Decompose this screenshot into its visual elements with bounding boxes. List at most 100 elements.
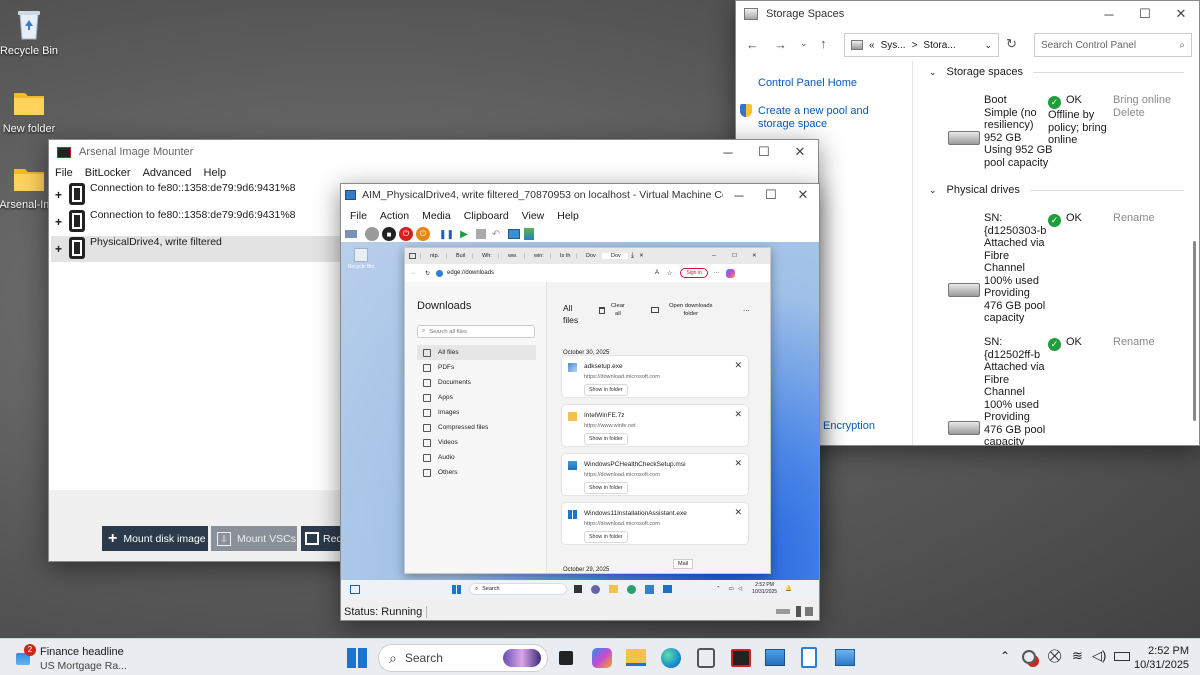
- refresh-icon[interactable]: ↻: [425, 270, 430, 277]
- download-item[interactable]: IntelWinFE.7z https://www.winfe.net Show…: [561, 404, 749, 447]
- close-tab-icon[interactable]: ✕: [639, 253, 644, 259]
- download-item[interactable]: WindowsPCHealthCheckSetup.msi https://do…: [561, 453, 749, 496]
- start-button[interactable]: [347, 648, 367, 668]
- network-icon[interactable]: ▭: [729, 586, 734, 592]
- vm-connection-icon[interactable]: [835, 649, 855, 666]
- turn-off-icon[interactable]: ■: [382, 227, 396, 241]
- show-in-folder-button[interactable]: Show in folder: [584, 482, 628, 494]
- volume-icon[interactable]: ◁): [1092, 648, 1106, 664]
- up-arrow-icon[interactable]: ↑: [820, 36, 827, 51]
- wifi-icon[interactable]: ≋: [1072, 648, 1083, 664]
- show-in-folder-button[interactable]: Show in folder: [584, 384, 628, 396]
- menu-media[interactable]: Media: [422, 210, 451, 222]
- rename-link[interactable]: Rename: [1113, 336, 1155, 349]
- sign-in-button[interactable]: Sign in: [680, 268, 708, 278]
- nav-all-files[interactable]: All files: [417, 345, 536, 360]
- file-name[interactable]: IntelWinFE.7z: [584, 412, 624, 419]
- edge-tab[interactable]: Buil: [446, 253, 472, 259]
- minimize-button[interactable]: ─: [723, 184, 755, 206]
- remove-icon[interactable]: ✕: [734, 507, 742, 518]
- nav-images[interactable]: Images: [417, 405, 536, 420]
- start-icon[interactable]: [452, 584, 461, 594]
- download-item[interactable]: Windows11InstallationAssistant.exe https…: [561, 502, 749, 545]
- snipping-tool-icon[interactable]: [697, 648, 715, 668]
- vm-guest-screen[interactable]: Recycle Bin ntp. Buil Wh: ww. win: Is th…: [341, 242, 819, 598]
- menu-help[interactable]: Help: [204, 167, 227, 179]
- menu-advanced[interactable]: Advanced: [143, 167, 192, 179]
- sidebar-toggle-icon[interactable]: [409, 253, 416, 259]
- refresh-icon[interactable]: ↻: [1006, 36, 1017, 52]
- vertical-scrollbar[interactable]: [1193, 241, 1196, 421]
- maximize-button[interactable]: ☐: [1127, 1, 1163, 28]
- close-button[interactable]: ✕: [787, 184, 819, 206]
- delete-link[interactable]: Delete: [1113, 107, 1171, 120]
- volume-icon[interactable]: ◁: [738, 586, 742, 592]
- star-icon[interactable]: ☆: [667, 270, 672, 277]
- desktop-icon-new-folder[interactable]: New folder: [0, 84, 61, 135]
- store-icon[interactable]: [645, 584, 654, 594]
- edge-icon[interactable]: [627, 584, 636, 594]
- copilot-icon[interactable]: [592, 648, 612, 668]
- forward-arrow-icon[interactable]: →: [774, 37, 787, 52]
- show-in-folder-button[interactable]: Show in folder: [584, 531, 628, 543]
- edge-tab[interactable]: ntp.: [420, 253, 446, 259]
- edge-tab[interactable]: Wh:: [472, 253, 498, 259]
- download-icon[interactable]: ⤓: [631, 252, 634, 260]
- breadcrumb-part[interactable]: Sys...: [881, 40, 906, 51]
- taskbar-clock[interactable]: 2:52 PM 10/31/2025: [1134, 644, 1189, 672]
- battery-icon[interactable]: [1114, 652, 1130, 661]
- edge-tab[interactable]: win:: [524, 253, 550, 259]
- chevron-down-icon[interactable]: ⌄: [800, 38, 808, 49]
- security-warning-icon[interactable]: [1022, 650, 1036, 664]
- file-name[interactable]: WindowsPCHealthCheckSetup.msi: [584, 461, 686, 468]
- task-view-icon[interactable]: [574, 585, 582, 593]
- nav-pdfs[interactable]: PDFs: [417, 360, 536, 375]
- control-panel-home-link[interactable]: Control Panel Home: [758, 77, 857, 89]
- device-row[interactable]: + Connection to fe80::1358:de79:9d6:9431…: [51, 209, 341, 235]
- expand-icon[interactable]: +: [55, 215, 62, 229]
- nav-apps[interactable]: Apps: [417, 390, 536, 405]
- menu-view[interactable]: View: [522, 210, 545, 222]
- encryption-link[interactable]: Encryption: [823, 420, 875, 432]
- menu-bitlocker[interactable]: BitLocker: [85, 167, 131, 179]
- shut-down-icon[interactable]: ⏻: [399, 227, 413, 241]
- file-explorer-icon[interactable]: [626, 649, 646, 666]
- expand-icon[interactable]: +: [55, 242, 62, 256]
- guest-clock[interactable]: 2:52 PM 10/31/2025: [752, 582, 777, 596]
- storage-spaces-header[interactable]: ⌄ Storage spaces: [929, 66, 1184, 78]
- breadcrumb-part[interactable]: Stora...: [923, 40, 955, 51]
- chevron-up-icon[interactable]: ⌃: [716, 586, 721, 592]
- share-icon[interactable]: [524, 228, 535, 240]
- file-explorer-icon[interactable]: [609, 585, 618, 593]
- back-arrow-icon[interactable]: ←: [746, 37, 759, 52]
- maximize-button[interactable]: ☐: [746, 140, 782, 166]
- device-row[interactable]: + Connection to fe80::1358:de79:9d6:9431…: [51, 182, 341, 208]
- edge-tab[interactable]: Is th: [550, 253, 576, 259]
- more-icon[interactable]: ···: [714, 270, 720, 276]
- physical-drives-header[interactable]: ⌄ Physical drives: [929, 184, 1184, 196]
- expand-icon[interactable]: +: [55, 188, 62, 202]
- back-arrow-icon[interactable]: ←: [411, 270, 417, 276]
- remove-icon[interactable]: ✕: [734, 360, 742, 371]
- nav-compressed[interactable]: Compressed files: [417, 420, 536, 435]
- close-button[interactable]: ✕: [1163, 1, 1199, 28]
- file-name[interactable]: adksetup.exe: [584, 363, 623, 370]
- checkpoint-icon[interactable]: [475, 229, 486, 239]
- download-item[interactable]: adksetup.exe https://download.microsoft.…: [561, 355, 749, 398]
- rename-link[interactable]: Rename: [1113, 212, 1155, 225]
- guest-recycle-bin[interactable]: Recycle Bin: [345, 248, 377, 270]
- edge-tab[interactable]: Dov: [576, 253, 602, 259]
- mount-disk-image-button[interactable]: + Mount disk image: [102, 526, 208, 551]
- mail-icon[interactable]: [663, 585, 672, 593]
- edge-tab[interactable]: ww.: [498, 253, 524, 259]
- read-aloud-icon[interactable]: A: [655, 270, 659, 276]
- open-downloads-folder-button[interactable]: Open downloads folder: [651, 302, 713, 318]
- arsenal-image-mounter-icon[interactable]: [731, 649, 751, 667]
- ctrl-alt-del-icon[interactable]: [345, 230, 357, 238]
- downloads-search-input[interactable]: ⌕ Search all files: [417, 325, 535, 338]
- menu-file[interactable]: File: [55, 167, 73, 179]
- close-button[interactable]: ✕: [752, 253, 770, 259]
- search-input[interactable]: Search Control Panel ⌕: [1034, 33, 1192, 57]
- more-options-icon[interactable]: ...: [743, 304, 750, 313]
- revert-icon[interactable]: ↶: [492, 229, 500, 240]
